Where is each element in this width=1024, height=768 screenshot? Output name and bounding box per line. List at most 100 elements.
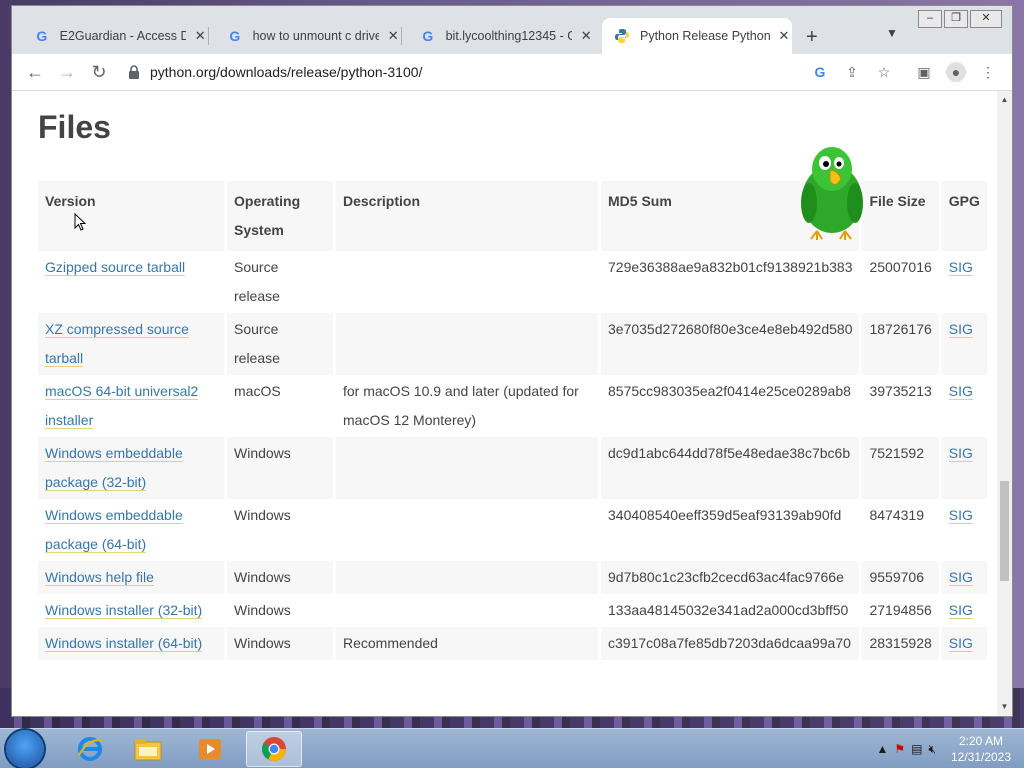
window-controls: – ❐ ✕ — [916, 10, 1002, 28]
download-link[interactable]: XZ compressed source tarball — [45, 321, 189, 367]
sig-link[interactable]: SIG — [948, 321, 973, 338]
table-row: macOS 64-bit universal2 installer macOS … — [38, 375, 990, 437]
minimize-icon[interactable]: – — [918, 10, 942, 28]
show-hidden-icons-icon[interactable]: ▲ — [876, 742, 888, 756]
table-row: Windows installer (64-bit) Windows Recom… — [38, 627, 990, 660]
tab-python-release[interactable]: Python Release Python 3 ✕ — [602, 18, 792, 54]
tab-unmount[interactable]: G how to unmount c drive ✕ — [215, 18, 402, 54]
kebab-menu-icon[interactable]: ⋮ — [978, 62, 998, 82]
download-link[interactable]: Windows embeddable package (32-bit) — [45, 445, 183, 491]
md5-cell: dc9d1abc644dd78f5e48edae38c7bc6b — [601, 437, 863, 499]
side-panel-icon[interactable]: ▣ — [914, 62, 934, 82]
google-lens-icon[interactable]: G — [810, 62, 830, 82]
files-heading: Files — [38, 109, 111, 145]
file-explorer-icon[interactable] — [120, 731, 176, 767]
table-row: Gzipped source tarball Source release 72… — [38, 251, 990, 313]
md5-cell: 8575cc983035ea2f0414e25ce0289ab8 — [601, 375, 863, 437]
os-cell: macOS — [227, 375, 336, 437]
download-link[interactable]: Windows help file — [45, 569, 154, 586]
os-cell: Windows — [227, 561, 336, 594]
download-link[interactable]: macOS 64-bit universal2 installer — [45, 383, 199, 429]
browser-toolbar: ← → ↻ python.org/downloads/release/pytho… — [12, 54, 1012, 91]
md5-cell: c3917c08a7fe85db7203da6dcaa99a70 — [601, 627, 863, 660]
tab-title: how to unmount c drive — [252, 29, 380, 43]
scroll-down-icon[interactable]: ▼ — [997, 702, 1012, 714]
tab-title: bit.lycoolthing12345 - G — [445, 29, 573, 43]
md5-cell: 3e7035d272680f80e3ce4e8eb492d580 — [601, 313, 863, 375]
os-cell: Windows — [227, 627, 336, 660]
maximize-icon[interactable]: ❐ — [944, 10, 968, 28]
clock[interactable]: 2:20 AM 12/31/2023 — [946, 733, 1016, 765]
md5-cell: 9d7b80c1c23cfb2cecd63ac4fac9766e — [601, 561, 863, 594]
google-g-icon: G — [229, 28, 241, 44]
table-row: Windows embeddable package (64-bit) Wind… — [38, 499, 990, 561]
close-tab-icon[interactable]: ✕ — [385, 28, 401, 44]
size-cell: 8474319 — [862, 499, 942, 561]
close-tab-icon[interactable]: ✕ — [192, 28, 208, 44]
media-player-icon[interactable] — [182, 731, 238, 767]
tab-strip: G E2Guardian - Access De ✕ G how to unmo… — [12, 6, 1012, 54]
scrollbar-thumb[interactable] — [1000, 481, 1009, 581]
download-link[interactable]: Gzipped source tarball — [45, 259, 186, 276]
system-tray: ▲ ⚑ ▤ 🔇︎ 2:20 AM 12/31/2023 — [870, 729, 1016, 768]
description-cell: for macOS 10.9 and later (updated for ma… — [336, 375, 601, 437]
col-description: Description — [336, 181, 601, 251]
close-tab-icon[interactable]: ✕ — [776, 28, 792, 44]
reload-icon[interactable]: ↻ — [87, 60, 111, 84]
size-cell: 18726176 — [862, 313, 942, 375]
page-scrollbar[interactable]: ▲ ▼ — [997, 91, 1012, 716]
google-g-icon: G — [422, 28, 434, 44]
volume-muted-icon[interactable]: 🔇︎ — [928, 742, 936, 757]
table-row: Windows help file Windows 9d7b80c1c23cfb… — [38, 561, 990, 594]
tab-search-chevron-icon[interactable]: ▼ — [886, 26, 898, 40]
page-viewport: Files Version Operating System Descripti… — [12, 91, 997, 716]
chrome-icon[interactable] — [246, 731, 302, 767]
files-table: Version Operating System Description MD5… — [38, 181, 990, 660]
tab-e2guardian[interactable]: G E2Guardian - Access De ✕ — [22, 18, 209, 54]
description-cell — [336, 594, 601, 627]
description-cell — [336, 251, 601, 313]
url-text: python.org/downloads/release/python-3100… — [150, 64, 423, 80]
sig-link[interactable]: SIG — [948, 445, 973, 462]
ie-icon[interactable] — [62, 731, 118, 767]
browser-window: G E2Guardian - Access De ✕ G how to unmo… — [12, 6, 1012, 716]
close-window-icon[interactable]: ✕ — [970, 10, 1002, 28]
download-link[interactable]: Windows installer (32-bit) — [45, 602, 203, 619]
tab-bitly[interactable]: G bit.lycoolthing12345 - G ✕ — [408, 18, 594, 54]
bookmark-star-icon[interactable]: ☆ — [874, 62, 894, 82]
description-cell: Recommended — [336, 627, 601, 660]
start-button[interactable] — [6, 730, 44, 768]
new-tab-button[interactable]: + — [806, 26, 818, 49]
description-cell — [336, 499, 601, 561]
lock-icon — [128, 65, 140, 79]
sig-link[interactable]: SIG — [948, 569, 973, 586]
share-icon[interactable]: ⇪ — [842, 62, 862, 82]
back-arrow-icon[interactable]: ← — [23, 60, 47, 84]
close-tab-icon[interactable]: ✕ — [578, 28, 594, 44]
col-file-size: File Size — [862, 181, 942, 251]
size-cell: 25007016 — [862, 251, 942, 313]
sig-link[interactable]: SIG — [948, 507, 973, 524]
col-gpg: GPG — [941, 181, 990, 251]
table-row: XZ compressed source tarball Source rele… — [38, 313, 990, 375]
clock-date: 12/31/2023 — [950, 750, 1012, 764]
profile-avatar-icon[interactable]: ● — [946, 62, 966, 82]
parrot-mascot-icon[interactable] — [797, 141, 867, 241]
description-cell — [336, 437, 601, 499]
os-cell: Windows — [227, 594, 336, 627]
table-row: Windows installer (32-bit) Windows 133aa… — [38, 594, 990, 627]
sig-link[interactable]: SIG — [948, 383, 973, 400]
scroll-up-icon[interactable]: ▲ — [997, 95, 1012, 107]
forward-arrow-icon[interactable]: → — [55, 60, 79, 84]
action-center-flag-icon[interactable]: ⚑ — [894, 742, 905, 756]
network-icon[interactable]: ▤ — [911, 742, 922, 756]
download-link[interactable]: Windows installer (64-bit) — [45, 635, 203, 652]
sig-link[interactable]: SIG — [948, 602, 973, 619]
sig-link[interactable]: SIG — [948, 259, 973, 276]
os-cell: Source release — [227, 251, 336, 313]
address-bar[interactable]: python.org/downloads/release/python-3100… — [122, 58, 842, 86]
sig-link[interactable]: SIG — [948, 635, 973, 652]
download-link[interactable]: Windows embeddable package (64-bit) — [45, 507, 183, 553]
description-cell — [336, 561, 601, 594]
clock-time: 2:20 AM — [958, 734, 1004, 748]
